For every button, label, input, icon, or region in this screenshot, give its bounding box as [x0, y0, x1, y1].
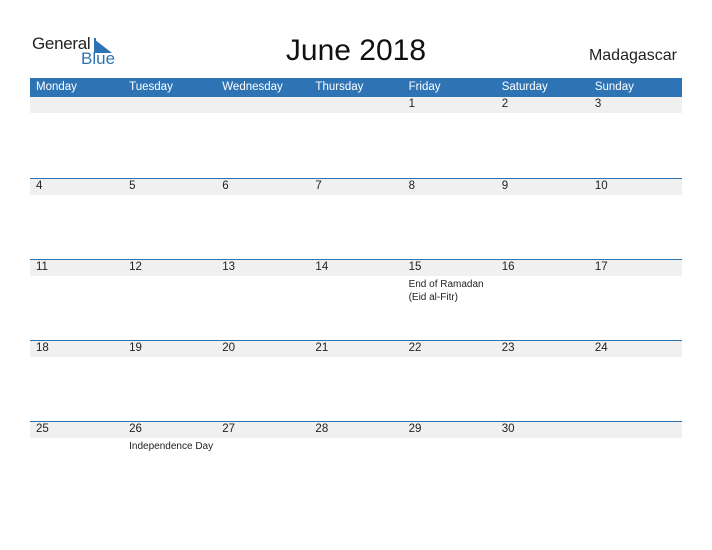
- day-cell[interactable]: [30, 97, 123, 178]
- weekday-header: Monday Tuesday Wednesday Thursday Friday…: [30, 78, 682, 97]
- weekday-wednesday: Wednesday: [222, 81, 283, 93]
- week-row: 11 12 13 14 15 End of Ramadan (Eid al-Fitr) 16…: [30, 259, 682, 340]
- weekday-friday: Friday: [408, 81, 441, 93]
- day-cell[interactable]: 5: [123, 179, 216, 259]
- day-number: 27: [222, 423, 236, 435]
- week-row: 25 26 Independence Day 27 28 29 30: [30, 421, 682, 502]
- day-cell[interactable]: 30: [496, 422, 589, 502]
- weekday-monday: Monday: [36, 81, 77, 93]
- day-cell[interactable]: 14: [309, 260, 402, 340]
- day-number: 4: [36, 180, 43, 192]
- weekday-thursday: Thursday: [315, 81, 364, 93]
- day-cell[interactable]: 28: [309, 422, 402, 502]
- day-number: 6: [222, 180, 229, 192]
- day-number: 28: [315, 423, 329, 435]
- day-number: 7: [315, 180, 322, 192]
- week-row: 18 19 20 21 22 23 24: [30, 340, 682, 421]
- day-number: 25: [36, 423, 49, 435]
- day-number: 17: [594, 261, 608, 273]
- day-cell[interactable]: 22: [403, 341, 496, 421]
- day-cell[interactable]: 24: [589, 341, 682, 421]
- day-number: 16: [501, 261, 515, 273]
- day-number: 21: [315, 342, 329, 354]
- day-cell[interactable]: 12: [123, 260, 216, 340]
- day-number: 15: [408, 261, 422, 273]
- week-row: 1 2 3: [30, 97, 682, 178]
- day-cell[interactable]: 9: [496, 179, 589, 259]
- day-number: 12: [129, 261, 142, 273]
- day-number: 23: [501, 342, 515, 354]
- day-number: 22: [408, 342, 422, 354]
- day-cell[interactable]: 13: [216, 260, 309, 340]
- day-cell[interactable]: 1: [403, 97, 496, 178]
- day-cell[interactable]: 4: [30, 179, 123, 259]
- weekday-sunday: Sunday: [594, 81, 634, 93]
- day-number: 29: [408, 423, 422, 435]
- day-cell[interactable]: 2: [496, 97, 589, 178]
- day-number: 19: [129, 342, 142, 354]
- day-number: 10: [594, 180, 608, 192]
- day-number: 5: [129, 180, 136, 192]
- country-label: Madagascar: [588, 47, 677, 64]
- day-cell[interactable]: [123, 97, 216, 178]
- day-number: 1: [408, 98, 415, 110]
- day-cell[interactable]: 3: [589, 97, 682, 178]
- weekday-tuesday: Tuesday: [129, 81, 173, 93]
- day-number: 3: [594, 98, 602, 110]
- day-cell[interactable]: 20: [216, 341, 309, 421]
- day-cell[interactable]: [589, 422, 682, 502]
- day-cell[interactable]: 29: [403, 422, 496, 502]
- day-cell[interactable]: 16: [496, 260, 589, 340]
- day-cell[interactable]: 26 Independence Day: [123, 422, 216, 502]
- day-cell[interactable]: 21: [309, 341, 402, 421]
- day-cell[interactable]: 15 End of Ramadan (Eid al-Fitr): [403, 260, 496, 340]
- day-number: 13: [222, 261, 236, 273]
- day-cell[interactable]: 25: [30, 422, 123, 502]
- holiday-label: Independence Day: [129, 441, 214, 452]
- day-cell[interactable]: 18: [30, 341, 123, 421]
- day-number: 8: [408, 180, 415, 192]
- day-cell[interactable]: [216, 97, 309, 178]
- day-cell[interactable]: 7: [309, 179, 402, 259]
- day-number: 14: [315, 261, 329, 273]
- day-cell[interactable]: [309, 97, 402, 178]
- holiday-label: End of Ramadan (Eid al-Fitr): [408, 279, 484, 303]
- day-number: 30: [501, 423, 515, 435]
- day-number: 26: [129, 423, 142, 435]
- day-number: 9: [501, 180, 509, 192]
- day-number: 2: [501, 98, 509, 110]
- day-cell[interactable]: 27: [216, 422, 309, 502]
- day-cell[interactable]: 8: [403, 179, 496, 259]
- day-cell[interactable]: 6: [216, 179, 309, 259]
- weekday-saturday: Saturday: [501, 81, 548, 93]
- week-row: 4 5 6 7 8 9 10: [30, 178, 682, 259]
- day-cell[interactable]: 11: [30, 260, 123, 340]
- day-cell[interactable]: 19: [123, 341, 216, 421]
- day-number: 20: [222, 342, 236, 354]
- day-cell[interactable]: 23: [496, 341, 589, 421]
- day-number: 11: [36, 261, 48, 273]
- weeks-container: 1 2 3 4 5 6 7 8 9 10 11 12 13 14 15 End of Ramadan (Eid…: [30, 97, 682, 502]
- day-cell[interactable]: 17: [589, 260, 682, 340]
- calendar-grid: Monday Tuesday Wednesday Thursday Friday…: [30, 78, 682, 502]
- day-number: 18: [36, 342, 49, 354]
- day-number: 24: [594, 342, 608, 354]
- day-cell[interactable]: 10: [589, 179, 682, 259]
